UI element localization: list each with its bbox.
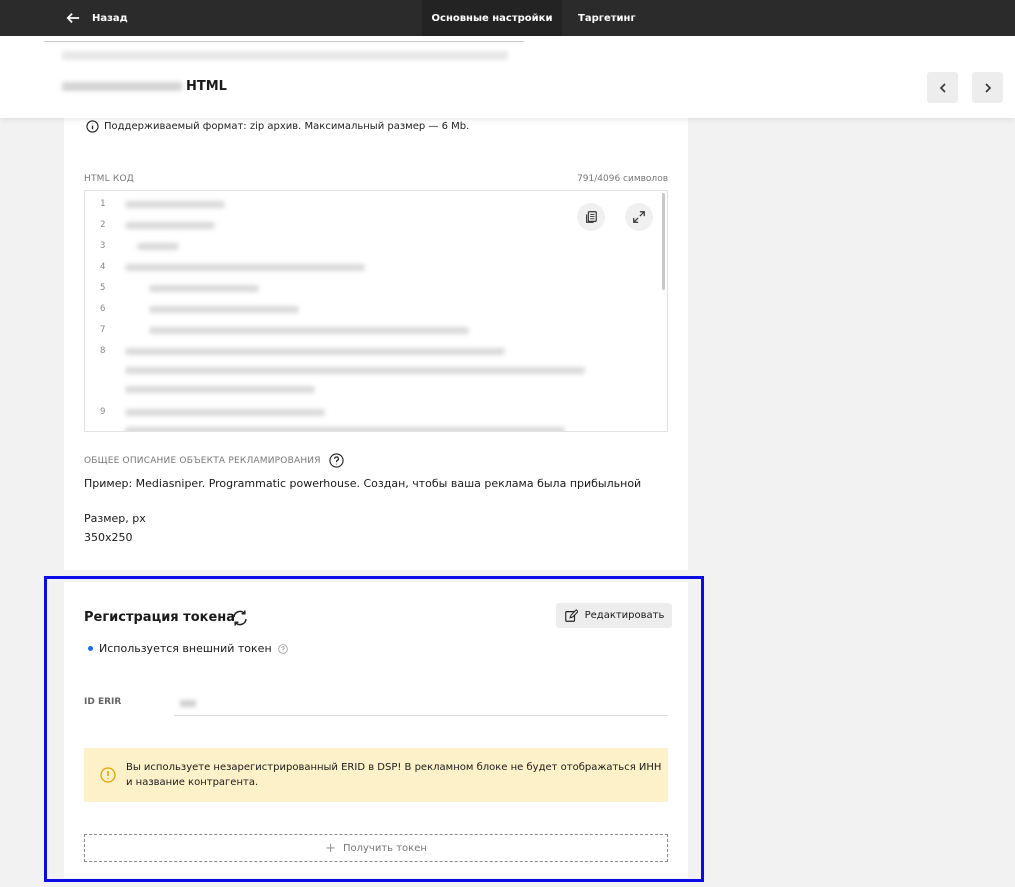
back-button[interactable]: Назад — [66, 0, 128, 36]
tab-main-settings[interactable]: Основные настройки — [422, 0, 562, 36]
line-number: 2 — [100, 220, 106, 230]
top-bar: Назад Основные настройки Таргетинг — [0, 0, 1015, 36]
size-label: Размер, px — [84, 512, 146, 525]
creative-header: HTML — [0, 36, 1015, 118]
erir-label: ID ERIR — [84, 697, 122, 707]
chevron-left-icon — [939, 82, 946, 93]
redacted-code-line — [125, 367, 585, 374]
get-token-button[interactable]: + Получить токен — [84, 834, 668, 862]
header-divider — [44, 41, 524, 42]
edit-button[interactable]: Редактировать — [556, 603, 672, 628]
copy-icon — [586, 211, 597, 223]
back-label: Назад — [92, 12, 128, 24]
redacted-creative-name — [62, 82, 182, 91]
line-number: 5 — [100, 283, 106, 293]
tab-targeting[interactable]: Таргетинг — [578, 0, 636, 36]
token-registration-section: Регистрация токена Редактировать Использ… — [64, 582, 688, 878]
warning-text: Вы используете незарегистрированный ERID… — [126, 762, 662, 788]
chevron-right-icon — [984, 82, 991, 93]
redacted-code-line — [149, 285, 259, 292]
html-code-label: HTML КОД — [84, 174, 135, 184]
line-number: 1 — [100, 199, 106, 209]
plus-icon: + — [325, 840, 336, 856]
status-dot — [88, 646, 93, 651]
redacted-code-line — [149, 306, 299, 313]
size-value: 350x250 — [84, 531, 133, 544]
line-number: 9 — [100, 407, 106, 417]
erir-id-field[interactable] — [174, 690, 668, 716]
redacted-breadcrumb — [62, 51, 508, 60]
redacted-erir-value — [180, 700, 196, 707]
html-code-editor[interactable]: 1 2 3 4 5 6 7 8 9 — [84, 190, 668, 432]
line-number: 7 — [100, 325, 106, 335]
char-counter: 791/4096 символов — [577, 174, 668, 184]
redacted-code-line — [149, 327, 469, 334]
line-number: 6 — [100, 304, 106, 314]
redacted-code-line — [125, 201, 225, 208]
redacted-code-line — [125, 386, 315, 393]
help-icon[interactable] — [277, 643, 288, 654]
redacted-code-line — [137, 243, 179, 250]
help-icon[interactable] — [329, 453, 344, 468]
refresh-icon[interactable] — [230, 608, 250, 628]
token-status: Используется внешний токен — [88, 642, 288, 655]
line-number: 4 — [100, 262, 106, 272]
redacted-code-line — [125, 264, 365, 271]
code-scrollbar[interactable] — [662, 193, 665, 290]
prev-button[interactable] — [927, 72, 958, 103]
edit-label: Редактировать — [584, 610, 665, 621]
format-info: Поддерживаемый формат: zip архив. Максим… — [86, 120, 469, 133]
edit-icon — [564, 608, 578, 622]
line-number: 3 — [100, 241, 106, 251]
description-label-row: ОБЩЕЕ ОПИСАНИЕ ОБЪЕКТА РЕКЛАМИРОВАНИЯ — [84, 453, 344, 468]
page-title: HTML — [186, 79, 227, 94]
description-label: ОБЩЕЕ ОПИСАНИЕ ОБЪЕКТА РЕКЛАМИРОВАНИЯ — [84, 455, 321, 466]
arrow-left-icon — [66, 13, 80, 23]
warning-icon — [100, 767, 116, 783]
redacted-code-line — [125, 348, 505, 355]
warning-banner: Вы используете незарегистрированный ERID… — [84, 748, 668, 802]
redacted-code-line — [125, 409, 325, 416]
token-status-text: Используется внешний токен — [99, 642, 272, 655]
format-info-text: Поддерживаемый формат: zip архив. Максим… — [104, 121, 470, 132]
creative-card: Поддерживаемый формат: zip архив. Максим… — [64, 118, 688, 570]
expand-icon — [633, 211, 645, 223]
copy-button[interactable] — [577, 203, 605, 231]
get-token-label: Получить токен — [342, 842, 427, 854]
description-value: Пример: Mediasniper. Programmatic powerh… — [84, 477, 642, 490]
line-number: 8 — [100, 346, 106, 356]
info-icon — [86, 120, 99, 133]
expand-button[interactable] — [625, 203, 653, 231]
next-button[interactable] — [972, 72, 1003, 103]
token-title: Регистрация токена — [84, 610, 236, 625]
redacted-code-line — [125, 222, 215, 229]
redacted-code-line — [125, 427, 565, 431]
